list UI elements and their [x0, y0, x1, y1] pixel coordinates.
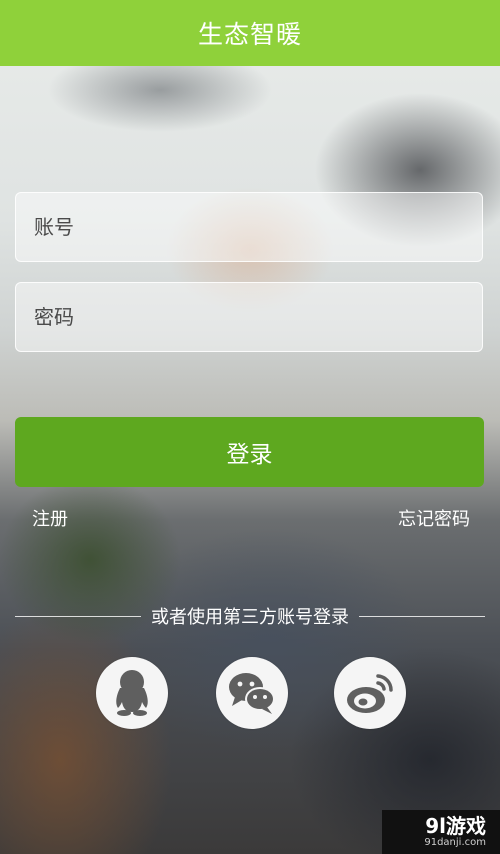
wechat-icon	[229, 673, 275, 714]
qq-login-button[interactable]	[96, 657, 168, 729]
account-input[interactable]	[32, 214, 482, 240]
qq-penguin-icon	[116, 670, 148, 716]
register-link[interactable]: 注册	[32, 505, 68, 531]
weibo-icon	[347, 674, 393, 713]
app-header: 生态智暖	[0, 0, 500, 66]
forgot-password-link[interactable]: 忘记密码	[398, 505, 470, 531]
password-field[interactable]	[15, 282, 483, 352]
third-party-divider: 或者使用第三方账号登录	[15, 601, 485, 631]
app-title: 生态智暖	[197, 20, 302, 49]
site-watermark: 9l游戏 91danji.com	[382, 810, 500, 854]
divider-line-left	[15, 615, 141, 617]
wechat-login-button[interactable]	[216, 657, 288, 729]
login-button[interactable]: 登录	[15, 417, 484, 487]
watermark-logo-text: 9l游戏	[425, 814, 486, 838]
divider-line-right	[359, 615, 485, 617]
watermark-url: 91danji.com	[424, 837, 486, 848]
third-party-label: 或者使用第三方账号登录	[151, 607, 349, 628]
account-field[interactable]	[15, 192, 483, 262]
weibo-login-button[interactable]	[334, 657, 406, 729]
password-input[interactable]	[32, 304, 482, 330]
